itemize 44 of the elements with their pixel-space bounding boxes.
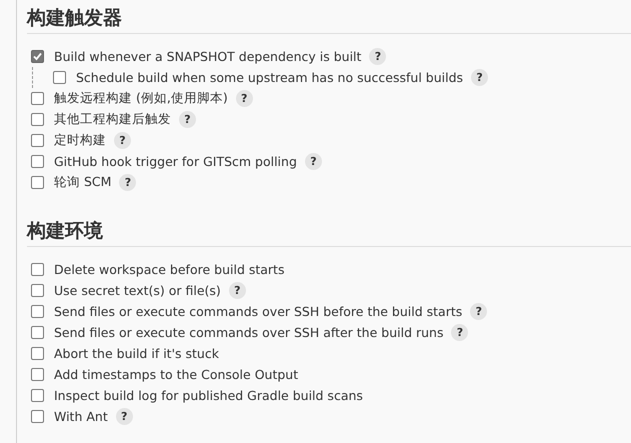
help-button[interactable]: ? — [471, 69, 488, 86]
checkbox-label[interactable]: Build whenever a SNAPSHOT dependency is built — [54, 49, 362, 64]
checkbox[interactable] — [31, 50, 44, 63]
checkbox-label[interactable]: Send files or execute commands over SSH after the build runs — [54, 325, 444, 340]
checkbox-label[interactable]: With Ant — [54, 409, 108, 424]
help-button[interactable]: ? — [228, 282, 246, 299]
checkbox-label[interactable]: 触发远程构建 (例如,使用脚本) — [54, 90, 228, 107]
help-button[interactable]: ? — [470, 303, 488, 320]
checkbox[interactable] — [31, 410, 44, 423]
checkbox[interactable] — [31, 92, 44, 105]
checkbox-label[interactable]: 定时构建 — [54, 132, 106, 149]
checkbox[interactable] — [31, 176, 44, 189]
checkbox-label[interactable]: 其他工程构建后触发 — [54, 111, 171, 128]
checkbox[interactable] — [31, 326, 44, 339]
checkbox-label[interactable]: Inspect build log for published Gradle build scans — [54, 388, 363, 403]
checkbox[interactable] — [31, 305, 44, 318]
help-button[interactable]: ? — [114, 132, 131, 149]
checkbox[interactable] — [31, 263, 44, 276]
help-button[interactable]: ? — [369, 48, 386, 65]
checkbox-label[interactable]: Delete workspace before build starts — [54, 262, 284, 277]
help-button[interactable]: ? — [179, 111, 196, 128]
help-button[interactable]: ? — [451, 324, 468, 341]
checkbox[interactable] — [31, 389, 44, 402]
checkmark-icon — [33, 52, 42, 61]
help-button[interactable]: ? — [304, 153, 322, 170]
checkbox-label[interactable]: GitHub hook trigger for GITScm polling — [54, 154, 297, 169]
checkbox-label[interactable]: Schedule build when some upstream has no successful builds — [76, 70, 464, 85]
checkbox[interactable] — [31, 113, 44, 126]
checkbox-label[interactable]: Abort the build if it's stuck — [54, 346, 219, 361]
checkbox[interactable] — [53, 71, 66, 84]
checkbox-label[interactable]: Use secret text(s) or file(s) — [54, 283, 221, 298]
help-button[interactable]: ? — [236, 90, 253, 107]
checkbox[interactable] — [31, 155, 44, 168]
section-heading: 构建触发器 — [27, 2, 631, 34]
checkbox[interactable] — [31, 284, 44, 297]
checkbox[interactable] — [31, 134, 44, 147]
checkbox-label[interactable]: Add timestamps to the Console Output — [54, 367, 298, 382]
help-button[interactable]: ? — [116, 408, 133, 425]
section-heading: 构建环境 — [27, 215, 631, 247]
help-button[interactable]: ? — [119, 174, 136, 191]
checkbox[interactable] — [31, 368, 44, 381]
checkbox[interactable] — [31, 347, 44, 360]
checkbox-label[interactable]: 轮询 SCM — [54, 174, 112, 191]
checkbox-label[interactable]: Send files or execute commands over SSH before the build starts — [54, 304, 462, 319]
